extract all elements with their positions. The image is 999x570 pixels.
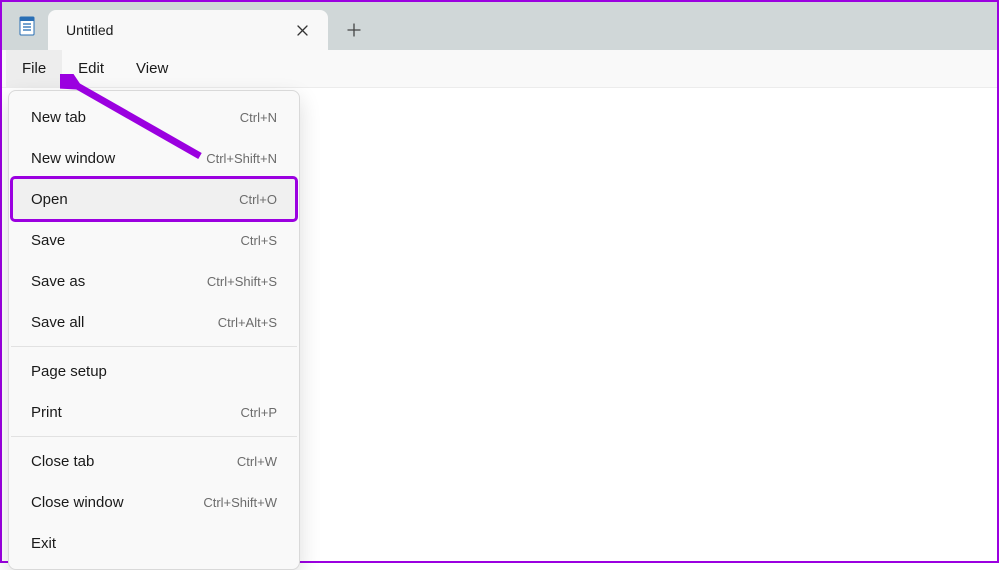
- menu-item-shortcut: Ctrl+Shift+N: [206, 151, 277, 166]
- file-menu-item-page-setup[interactable]: Page setup: [13, 351, 295, 391]
- file-menu-item-save-all[interactable]: Save all Ctrl+Alt+S: [13, 302, 295, 342]
- tab-title: Untitled: [66, 22, 288, 38]
- file-menu-dropdown: New tab Ctrl+N New window Ctrl+Shift+N Open C…: [8, 90, 300, 570]
- titlebar: Untitled: [2, 2, 997, 50]
- menu-separator: [11, 346, 297, 347]
- menu-edit[interactable]: Edit: [62, 50, 120, 87]
- document-tab[interactable]: Untitled: [48, 10, 328, 50]
- menu-item-label: New window: [31, 150, 115, 167]
- menu-item-label: Page setup: [31, 363, 107, 380]
- menu-item-label: Exit: [31, 535, 56, 552]
- file-menu-item-exit[interactable]: Exit: [13, 523, 295, 563]
- menu-item-label: Save: [31, 232, 65, 249]
- menu-item-shortcut: Ctrl+W: [237, 454, 277, 469]
- menu-item-label: Open: [31, 191, 68, 208]
- menu-item-label: New tab: [31, 109, 86, 126]
- menu-item-shortcut: Ctrl+S: [241, 233, 277, 248]
- menu-item-shortcut: Ctrl+O: [239, 192, 277, 207]
- notepad-app-icon: [16, 15, 38, 37]
- file-menu-item-print[interactable]: Print Ctrl+P: [13, 392, 295, 432]
- menu-item-shortcut: Ctrl+P: [241, 405, 277, 420]
- file-menu-item-new-window[interactable]: New window Ctrl+Shift+N: [13, 138, 295, 178]
- menubar: File Edit View: [2, 50, 997, 88]
- menu-item-label: Save as: [31, 273, 85, 290]
- new-tab-button[interactable]: [334, 10, 374, 50]
- file-menu-item-close-window[interactable]: Close window Ctrl+Shift+W: [13, 482, 295, 522]
- menu-item-label: Close window: [31, 494, 124, 511]
- menu-item-shortcut: Ctrl+Shift+W: [203, 495, 277, 510]
- close-tab-icon[interactable]: [288, 16, 316, 44]
- file-menu-item-close-tab[interactable]: Close tab Ctrl+W: [13, 441, 295, 481]
- menu-file[interactable]: File: [6, 50, 62, 87]
- file-menu-item-new-tab[interactable]: New tab Ctrl+N: [13, 97, 295, 137]
- menu-separator: [11, 436, 297, 437]
- file-menu-item-open[interactable]: Open Ctrl+O: [13, 179, 295, 219]
- file-menu-item-save[interactable]: Save Ctrl+S: [13, 220, 295, 260]
- menu-view[interactable]: View: [120, 50, 184, 87]
- file-menu-item-save-as[interactable]: Save as Ctrl+Shift+S: [13, 261, 295, 301]
- menu-item-shortcut: Ctrl+Shift+S: [207, 274, 277, 289]
- menu-item-shortcut: Ctrl+Alt+S: [218, 315, 277, 330]
- menu-item-label: Print: [31, 404, 62, 421]
- menu-item-label: Save all: [31, 314, 84, 331]
- menu-item-label: Close tab: [31, 453, 94, 470]
- menu-item-shortcut: Ctrl+N: [240, 110, 277, 125]
